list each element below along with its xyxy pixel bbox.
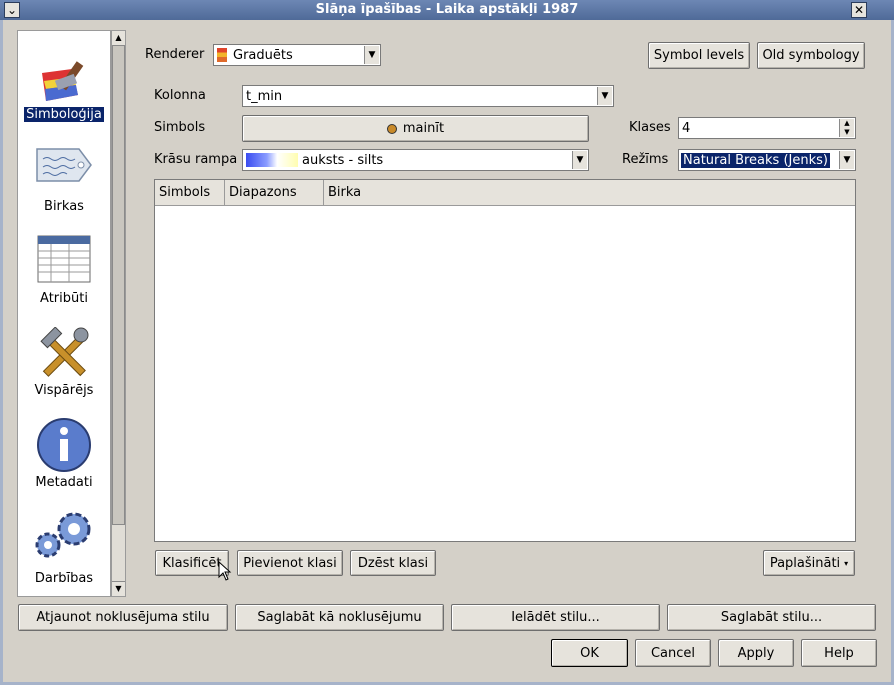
chevron-down-icon: ▼ (572, 151, 587, 169)
graduated-icon (217, 48, 227, 62)
apply-button[interactable]: Apply (718, 639, 794, 667)
sidebar-item-label: Vispārējs (34, 383, 94, 398)
sidebar-item-metadata[interactable]: Metadati (18, 417, 110, 495)
table-icon (37, 235, 91, 283)
mode-value: Natural Breaks (Jenks) (681, 152, 830, 168)
tag-icon (36, 148, 92, 182)
sidebar-scrollbar[interactable]: ▲ ▼ (111, 30, 126, 597)
column-label: Kolonna (154, 88, 206, 103)
color-ramp-preview (246, 153, 298, 167)
sidebar-item-label: Metadati (35, 475, 93, 490)
classes-value: 4 (682, 120, 691, 136)
cancel-button[interactable]: Cancel (635, 639, 711, 667)
save-as-default-button[interactable]: Saglabāt kā noklusējumu (235, 604, 444, 631)
classes-label: Klases (629, 120, 671, 135)
gears-icon (35, 512, 91, 558)
color-ramp-label: Krāsu rampa (154, 152, 238, 167)
symbol-change-label: mainīt (402, 121, 445, 136)
column-value: t_min (246, 88, 283, 104)
sidebar-item-actions[interactable]: Darbības (18, 509, 110, 587)
chevron-down-icon: ▼ (597, 87, 612, 105)
sidebar-item-general[interactable]: Vispārējs (18, 325, 110, 403)
sidebar-item-label: Atribūti (40, 291, 88, 306)
save-style-button[interactable]: Saglabāt stilu... (667, 604, 876, 631)
add-class-button[interactable]: Pievienot klasi (237, 550, 343, 576)
point-symbol-icon (386, 123, 397, 134)
sidebar-item-symbology[interactable]: Simboloģija (18, 49, 110, 127)
restore-default-style-button[interactable]: Atjaunot noklusējuma stilu (18, 604, 228, 631)
symbol-levels-button[interactable]: Symbol levels (648, 42, 750, 69)
classes-table[interactable]: Simbols Diapazons Birka (154, 179, 856, 542)
mode-label: Režīms (622, 152, 669, 167)
mode-select[interactable]: Natural Breaks (Jenks) ▼ (678, 149, 856, 171)
color-ramp-value: auksts - silts (302, 152, 384, 168)
scroll-thumb[interactable] (112, 45, 125, 525)
sidebar-item-label: Birkas (44, 199, 84, 214)
help-button[interactable]: Help (801, 639, 877, 667)
column-select[interactable]: t_min ▼ (242, 85, 614, 107)
spin-up-icon[interactable]: ▲ (839, 119, 854, 128)
dropdown-arrow-icon: ▾ (844, 558, 849, 568)
delete-class-button[interactable]: Dzēst klasi (350, 550, 436, 576)
window-title: Slāņa īpašības - Laika apstākļi 1987 (315, 2, 579, 17)
close-button[interactable]: ✕ (851, 2, 867, 18)
renderer-value: Graduēts (233, 47, 293, 63)
scroll-up-icon[interactable]: ▲ (112, 31, 125, 46)
sidebar-item-labels[interactable]: Birkas (18, 141, 110, 219)
sidebar: Simboloģija Birkas Atribūti Vispārējs Me… (17, 30, 111, 597)
column-header-symbol[interactable]: Simbols (155, 180, 225, 206)
mouse-cursor-icon (218, 561, 232, 581)
column-header-label[interactable]: Birka (324, 180, 855, 206)
renderer-label: Renderer (145, 47, 205, 62)
symbol-change-button[interactable]: mainīt (242, 115, 589, 142)
ok-button[interactable]: OK (551, 639, 628, 667)
load-style-button[interactable]: Ielādēt stilu... (451, 604, 660, 631)
tools-icon (40, 327, 89, 377)
title-bar: ⌄ Slāņa īpašības - Laika apstākļi 1987 ✕ (0, 0, 894, 20)
paintbrush-icon (42, 61, 84, 101)
old-symbology-button[interactable]: Old symbology (757, 42, 865, 69)
advanced-label: Paplašināti (769, 555, 841, 571)
advanced-button[interactable]: Paplašināti ▾ (763, 550, 855, 576)
sidebar-item-label: Simboloģija (24, 107, 104, 122)
symbol-label: Simbols (154, 120, 206, 135)
renderer-select[interactable]: Graduēts ▼ (213, 44, 381, 66)
chevron-down-icon: ▼ (364, 46, 379, 64)
classes-spinbox[interactable]: 4 ▲ ▼ (678, 117, 856, 139)
column-header-range[interactable]: Diapazons (225, 180, 324, 206)
spin-down-icon[interactable]: ▼ (839, 128, 854, 137)
sidebar-item-label: Darbības (34, 571, 94, 586)
color-ramp-select[interactable]: auksts - silts ▼ (242, 149, 589, 171)
info-icon (37, 418, 91, 472)
sidebar-item-attributes[interactable]: Atribūti (18, 233, 110, 311)
scroll-down-icon[interactable]: ▼ (112, 581, 125, 596)
chevron-down-icon: ▼ (839, 151, 854, 169)
